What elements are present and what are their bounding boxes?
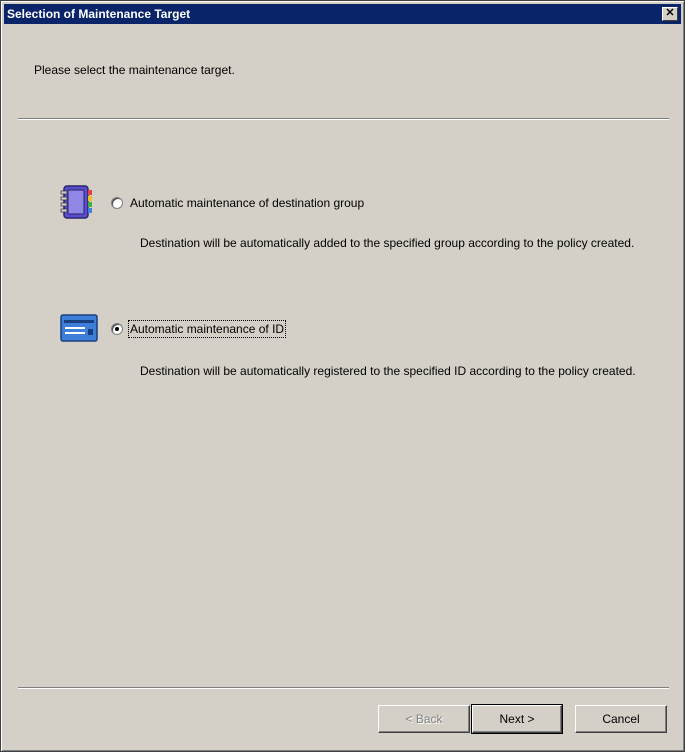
close-icon: ✕: [665, 7, 675, 19]
back-button[interactable]: < Back: [378, 705, 470, 733]
window-title: Selection of Maintenance Target: [7, 7, 191, 21]
header-separator: [18, 118, 669, 120]
footer-separator: [18, 687, 669, 689]
dialog-window: Selection of Maintenance Target ✕ Please…: [0, 0, 685, 752]
id-card-icon: [60, 314, 98, 342]
radio-destination-group[interactable]: [111, 197, 123, 209]
address-book-icon: [60, 185, 92, 219]
option-label-id[interactable]: Automatic maintenance of ID: [127, 320, 287, 338]
option-label-destination-group[interactable]: Automatic maintenance of destination gro…: [130, 196, 364, 210]
radio-id[interactable]: [111, 323, 123, 335]
title-bar: Selection of Maintenance Target ✕: [4, 4, 681, 24]
next-button[interactable]: Next >: [471, 704, 563, 734]
close-button[interactable]: ✕: [662, 7, 678, 21]
cancel-button[interactable]: Cancel: [575, 705, 667, 733]
option-description-id: Destination will be automatically regist…: [140, 364, 636, 378]
option-description-destination-group: Destination will be automatically added …: [140, 236, 635, 250]
header-instruction: Please select the maintenance target.: [34, 63, 235, 77]
